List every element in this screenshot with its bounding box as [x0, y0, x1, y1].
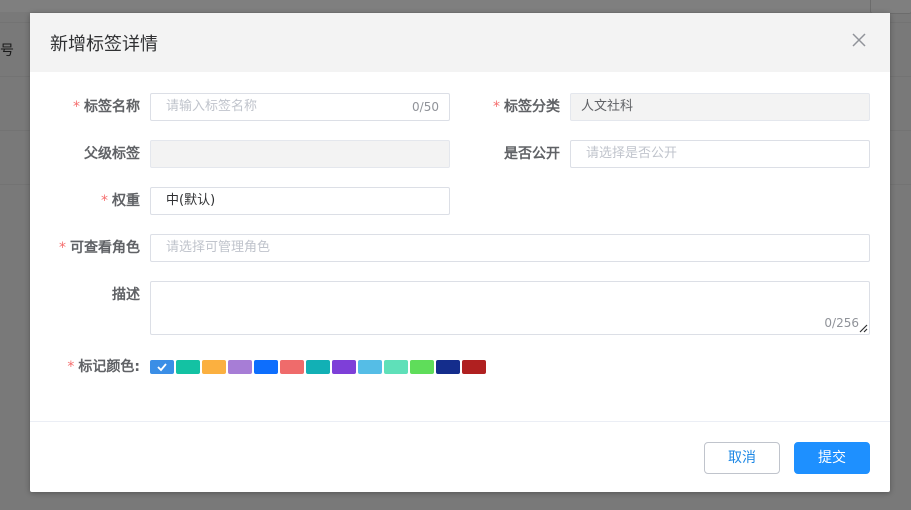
resize-handle-icon[interactable] [858, 323, 868, 333]
viewer-roles-label-text: 可查看角色 [70, 240, 140, 256]
tag-name-counter: 0/50 [412, 100, 439, 114]
viewer-roles-label: * 可查看角色 [30, 234, 140, 262]
color-swatch[interactable] [358, 360, 382, 374]
weight-label: * 权重 [30, 187, 140, 215]
color-swatch[interactable] [410, 360, 434, 374]
add-tag-dialog: 新增标签详情 * 标签名称 请输入标签名称 0/50 * 标签分类 人文社科 父级标… [30, 13, 890, 492]
color-swatch[interactable] [228, 360, 252, 374]
is-public-select[interactable]: 请选择是否公开 [570, 140, 870, 168]
color-swatch[interactable] [150, 360, 174, 374]
required-mark: * [67, 359, 75, 375]
checkmark-icon [157, 363, 167, 372]
dialog-title: 新增标签详情 [50, 34, 158, 55]
parent-tag-label-text: 父级标签 [84, 146, 140, 162]
color-swatch[interactable] [384, 360, 408, 374]
tag-category-label-text: 标签分类 [504, 99, 560, 115]
weight-value: 中(默认) [166, 193, 216, 208]
parent-tag-label: 父级标签 [30, 140, 140, 168]
description-label-text: 描述 [112, 287, 140, 303]
description-label: 描述 [30, 281, 140, 309]
color-swatch[interactable] [436, 360, 460, 374]
tag-name-input[interactable]: 请输入标签名称 0/50 [150, 93, 450, 121]
footer-divider [30, 421, 890, 422]
color-swatch[interactable] [176, 360, 200, 374]
submit-button[interactable]: 提交 [794, 442, 870, 474]
description-textarea[interactable]: 0/256 [150, 281, 870, 335]
viewer-roles-select[interactable]: 请选择可管理角色 [150, 234, 870, 262]
color-swatch[interactable] [280, 360, 304, 374]
close-icon [852, 33, 866, 47]
weight-select[interactable]: 中(默认) [150, 187, 450, 215]
tag-name-placeholder: 请输入标签名称 [166, 99, 258, 114]
dialog-header: 新增标签详情 [30, 13, 890, 72]
weight-label-text: 权重 [112, 193, 140, 209]
description-counter: 0/256 [824, 316, 859, 330]
color-swatch[interactable] [332, 360, 356, 374]
is-public-label-text: 是否公开 [504, 146, 560, 162]
is-public-placeholder: 请选择是否公开 [586, 146, 678, 161]
parent-tag-field [150, 140, 450, 168]
close-button[interactable] [850, 31, 868, 49]
required-mark: * [73, 99, 80, 115]
cancel-button[interactable]: 取消 [704, 442, 780, 474]
mark-color-label: * 标记颜色: [30, 353, 140, 381]
required-mark: * [493, 99, 500, 115]
required-mark: * [101, 193, 108, 209]
viewer-roles-placeholder: 请选择可管理角色 [166, 240, 271, 255]
tag-name-label-text: 标签名称 [84, 99, 140, 115]
tag-name-label: * 标签名称 [30, 93, 140, 121]
is-public-label: 是否公开 [450, 140, 560, 168]
mark-color-label-text: 标记颜色: [78, 359, 140, 375]
color-swatch[interactable] [254, 360, 278, 374]
tag-category-field: 人文社科 [570, 93, 870, 121]
required-mark: * [59, 240, 66, 256]
tag-category-label: * 标签分类 [450, 93, 560, 121]
color-swatch[interactable] [202, 360, 226, 374]
color-swatch[interactable] [462, 360, 486, 374]
tag-category-value: 人文社科 [581, 99, 634, 114]
color-swatch[interactable] [306, 360, 330, 374]
